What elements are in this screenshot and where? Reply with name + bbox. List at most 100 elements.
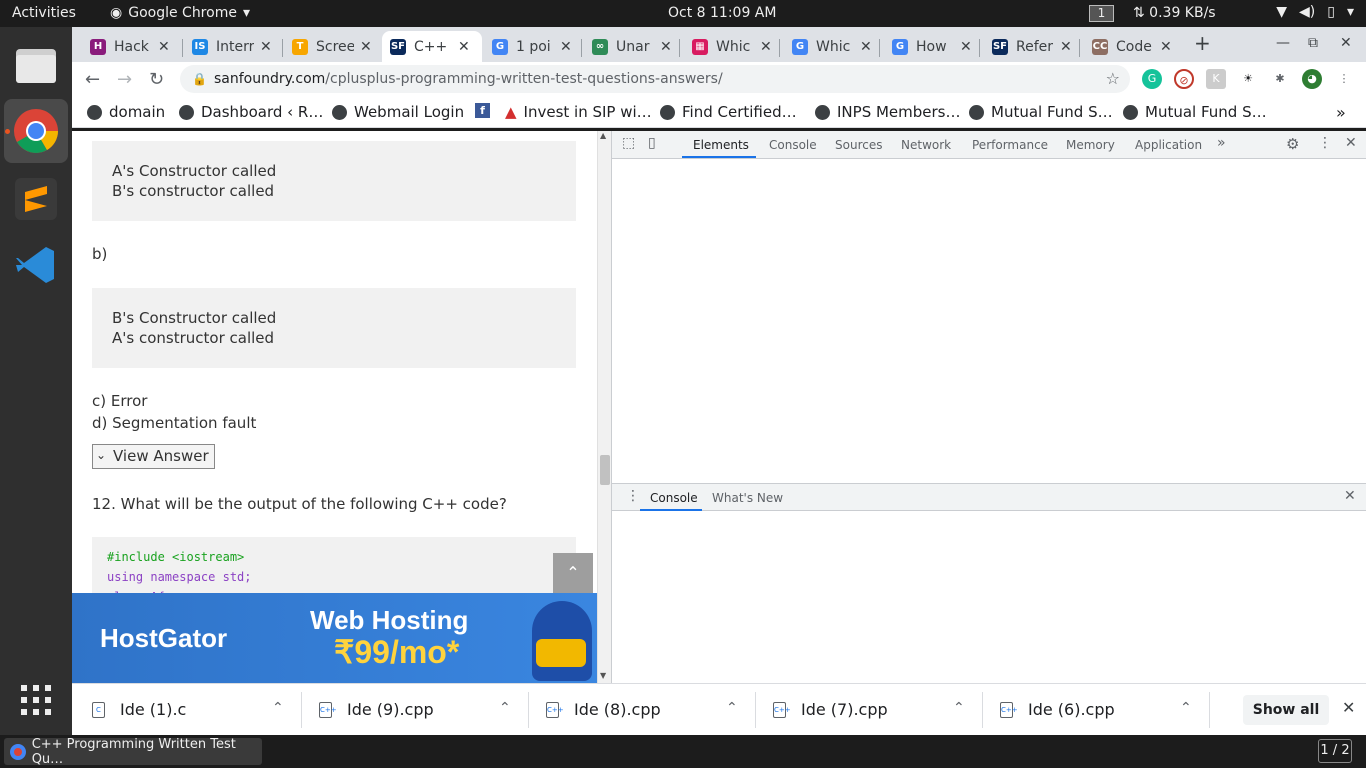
dark-reader-icon[interactable]: ☀ [1238, 69, 1258, 89]
chevron-up-icon[interactable]: ⌃ [953, 700, 965, 716]
bookmark-sip[interactable]: ▲ Invest in SIP wi… [505, 103, 652, 121]
more-bookmarks-button[interactable]: » [1336, 103, 1346, 122]
bookmark-domain[interactable]: domain [87, 103, 165, 121]
chevron-up-icon[interactable]: ⌃ [726, 700, 738, 716]
reload-button[interactable]: ↻ [149, 69, 164, 90]
tab-cpp-programming[interactable]: SF C++ P ✕ [382, 31, 482, 62]
sublime-launcher[interactable] [4, 167, 68, 231]
bookmark-inps[interactable]: INPS Members… [815, 103, 961, 121]
tab-sources[interactable]: Sources [835, 138, 882, 152]
kebab-menu-icon[interactable]: ⋮ [1318, 135, 1332, 151]
tab-elements[interactable]: Elements [693, 138, 749, 152]
block-icon[interactable]: ⊘ [1174, 69, 1194, 89]
bookmark-facebook[interactable]: f [475, 103, 490, 118]
forward-button[interactable]: → [117, 69, 132, 90]
more-tabs-icon[interactable]: » [1217, 135, 1226, 151]
workspace-pager[interactable]: 1 / 2 [1318, 739, 1352, 763]
chevron-up-icon[interactable]: ⌃ [499, 700, 511, 716]
tab-performance[interactable]: Performance [972, 138, 1048, 152]
download-item[interactable]: C++ Ide (7).cpp ⌃ [753, 684, 980, 736]
tab-console[interactable]: Console [769, 138, 817, 152]
system-tray[interactable]: ▼ ◀) ▯ ▾ [1276, 4, 1354, 20]
inspect-icon[interactable]: ⬚ [622, 135, 635, 151]
tab-reference[interactable]: SF Refer ✕ [984, 31, 1080, 62]
tab-which-1[interactable]: ▦ Whic ✕ [684, 31, 780, 62]
close-icon[interactable]: ✕ [158, 39, 170, 55]
device-toolbar-icon[interactable]: ▯ [648, 135, 656, 151]
close-icon[interactable]: ✕ [458, 39, 470, 55]
bookmark-mutual-fund-2[interactable]: Mutual Fund S… [1123, 103, 1267, 121]
workspace-indicator[interactable]: 1 [1089, 5, 1114, 22]
drawer-tab-console[interactable]: Console [650, 491, 698, 505]
hostgator-ad-banner[interactable]: HostGator Web Hosting ₹99/mo* [72, 593, 597, 683]
scroll-down-arrow-icon[interactable]: ▼ [600, 671, 606, 680]
kebab-menu-icon[interactable]: ⋮ [626, 488, 640, 504]
close-window-button[interactable]: ✕ [1340, 35, 1352, 51]
address-bar[interactable]: 🔒 sanfoundry.com/cplusplus-programming-w… [180, 65, 1130, 93]
grammarly-icon[interactable]: G [1142, 69, 1162, 89]
close-icon[interactable]: ✕ [260, 39, 272, 55]
clock[interactable]: Oct 8 11:09 AM [668, 5, 776, 21]
ad-brand: HostGator [100, 623, 228, 653]
close-icon[interactable]: ✕ [360, 39, 372, 55]
close-icon[interactable]: ✕ [560, 39, 572, 55]
tab-title: How [916, 38, 947, 55]
download-item[interactable]: C++ Ide (8).cpp ⌃ [526, 684, 753, 736]
show-all-button[interactable]: Show all [1243, 695, 1329, 725]
new-tab-button[interactable]: + [1194, 31, 1211, 55]
puzzle-icon[interactable]: ✱ [1270, 69, 1290, 89]
scroll-up-arrow-icon[interactable]: ▲ [600, 131, 606, 140]
scrollbar-thumb[interactable] [600, 455, 610, 485]
scroll-to-top-button[interactable]: ⌃ [553, 553, 593, 593]
tab-screenshot[interactable]: T Scree ✕ [284, 31, 380, 62]
avatar[interactable]: ◕ [1302, 69, 1322, 89]
close-icon[interactable]: ✕ [1060, 39, 1072, 55]
close-icon[interactable]: ✕ [960, 39, 972, 55]
tab-application[interactable]: Application [1135, 138, 1202, 152]
chrome-launcher[interactable] [4, 99, 68, 163]
tab-which-2[interactable]: G Whic ✕ [784, 31, 880, 62]
close-icon[interactable]: ✕ [1344, 488, 1356, 504]
view-answer-button[interactable]: ⌄ View Answer [92, 444, 215, 469]
extension-icon[interactable]: K [1206, 69, 1226, 89]
close-icon[interactable]: ✕ [1342, 698, 1355, 717]
tab-code[interactable]: CC Code ✕ [1084, 31, 1180, 62]
tab-network[interactable]: Network [901, 138, 951, 152]
close-icon[interactable]: ✕ [760, 39, 772, 55]
files-launcher[interactable] [4, 33, 68, 97]
tab-how[interactable]: G How ✕ [884, 31, 980, 62]
chevron-up-icon[interactable]: ⌃ [272, 700, 284, 716]
app-menu[interactable]: ◉ Google Chrome ▾ [110, 5, 250, 21]
tab-interviewbit[interactable]: IS Interr ✕ [184, 31, 280, 62]
drawer-tab-whats-new[interactable]: What's New [712, 491, 783, 505]
close-icon[interactable]: ✕ [1160, 39, 1172, 55]
page-scrollbar[interactable]: ▲ ▼ [597, 131, 611, 683]
restore-button[interactable]: ⧉ [1308, 35, 1318, 51]
tab-google-1-point[interactable]: G 1 poi ✕ [484, 31, 580, 62]
minimize-button[interactable]: — [1276, 35, 1290, 51]
tab-hackerrank[interactable]: H Hack ✕ [82, 31, 178, 62]
download-item[interactable]: C++ Ide (9).cpp ⌃ [299, 684, 526, 736]
bookmark-star-icon[interactable]: ☆ [1106, 65, 1120, 93]
bookmark-webmail[interactable]: Webmail Login [332, 103, 464, 121]
vscode-launcher[interactable] [4, 233, 68, 297]
bookmark-find-certified[interactable]: Find Certified… [660, 103, 797, 121]
tab-unary[interactable]: ∞ Unar ✕ [584, 31, 680, 62]
bookmark-dashboard[interactable]: Dashboard ‹ R… [179, 103, 323, 121]
codechef-icon: CC [1092, 38, 1108, 55]
bookmark-mutual-fund-1[interactable]: Mutual Fund S… [969, 103, 1113, 121]
tab-memory[interactable]: Memory [1066, 138, 1115, 152]
show-apps-button[interactable] [4, 673, 68, 727]
download-item[interactable]: C++ Ide (6).cpp ⌃ [980, 684, 1207, 736]
back-button[interactable]: ← [85, 69, 100, 90]
menu-icon[interactable]: ⋮ [1334, 69, 1354, 89]
gear-icon[interactable]: ⚙ [1286, 135, 1299, 153]
download-item[interactable]: C Ide (1).c ⌃ [72, 684, 299, 736]
tab-title: Scree [316, 38, 354, 55]
close-icon[interactable]: ✕ [860, 39, 872, 55]
activities-button[interactable]: Activities [12, 5, 76, 21]
close-icon[interactable]: ✕ [1345, 135, 1357, 151]
chevron-up-icon[interactable]: ⌃ [1180, 700, 1192, 716]
close-icon[interactable]: ✕ [660, 39, 672, 55]
taskbar-window-chrome[interactable]: C++ Programming Written Test Qu… [4, 737, 262, 767]
